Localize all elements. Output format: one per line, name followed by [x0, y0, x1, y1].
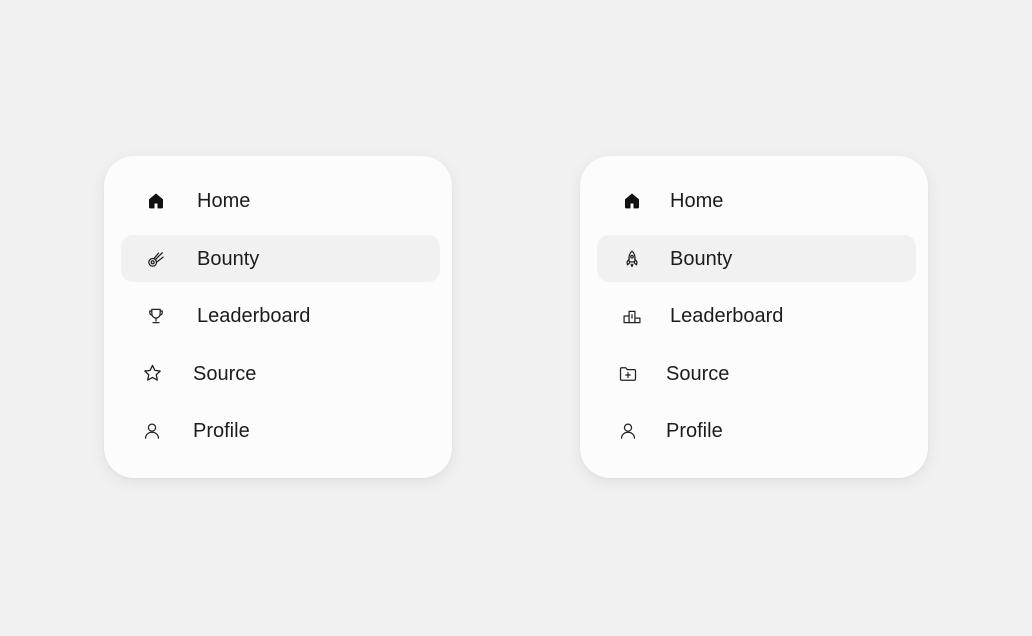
nav-item-home[interactable]: Home [597, 177, 916, 224]
nav-item-profile[interactable]: Profile [597, 407, 916, 454]
podium-icon [621, 305, 643, 327]
nav-item-leaderboard[interactable]: Leaderboard [597, 292, 916, 339]
home-icon [145, 190, 167, 212]
nav-menu-card-right: Home Bounty Leaderboard Source Profile [580, 156, 928, 478]
trophy-icon [145, 305, 167, 327]
rocket-icon [621, 248, 643, 270]
nav-item-home[interactable]: Home [121, 177, 440, 224]
nav-item-leaderboard[interactable]: Leaderboard [121, 292, 440, 339]
nav-menu-card-left: Home Bounty Leaderboard Source Profile [104, 156, 452, 478]
nav-item-bounty[interactable]: Bounty [597, 235, 916, 282]
nav-item-label: Home [670, 189, 724, 212]
nav-item-label: Leaderboard [197, 304, 311, 327]
nav-item-label: Profile [666, 419, 723, 442]
nav-item-source[interactable]: Source [597, 350, 916, 397]
folder-plus-icon [617, 363, 639, 385]
nav-item-profile[interactable]: Profile [121, 407, 440, 454]
comet-icon [145, 248, 167, 270]
star-icon [141, 363, 163, 385]
user-icon [617, 420, 639, 442]
home-icon [621, 190, 643, 212]
nav-item-label: Home [197, 189, 251, 212]
nav-item-label: Source [193, 362, 257, 385]
nav-item-bounty[interactable]: Bounty [121, 235, 440, 282]
nav-item-label: Bounty [670, 247, 733, 270]
nav-item-label: Profile [193, 419, 250, 442]
nav-item-label: Leaderboard [670, 304, 784, 327]
nav-item-label: Source [666, 362, 730, 385]
nav-item-label: Bounty [197, 247, 260, 270]
user-icon [141, 420, 163, 442]
nav-item-source[interactable]: Source [121, 350, 440, 397]
